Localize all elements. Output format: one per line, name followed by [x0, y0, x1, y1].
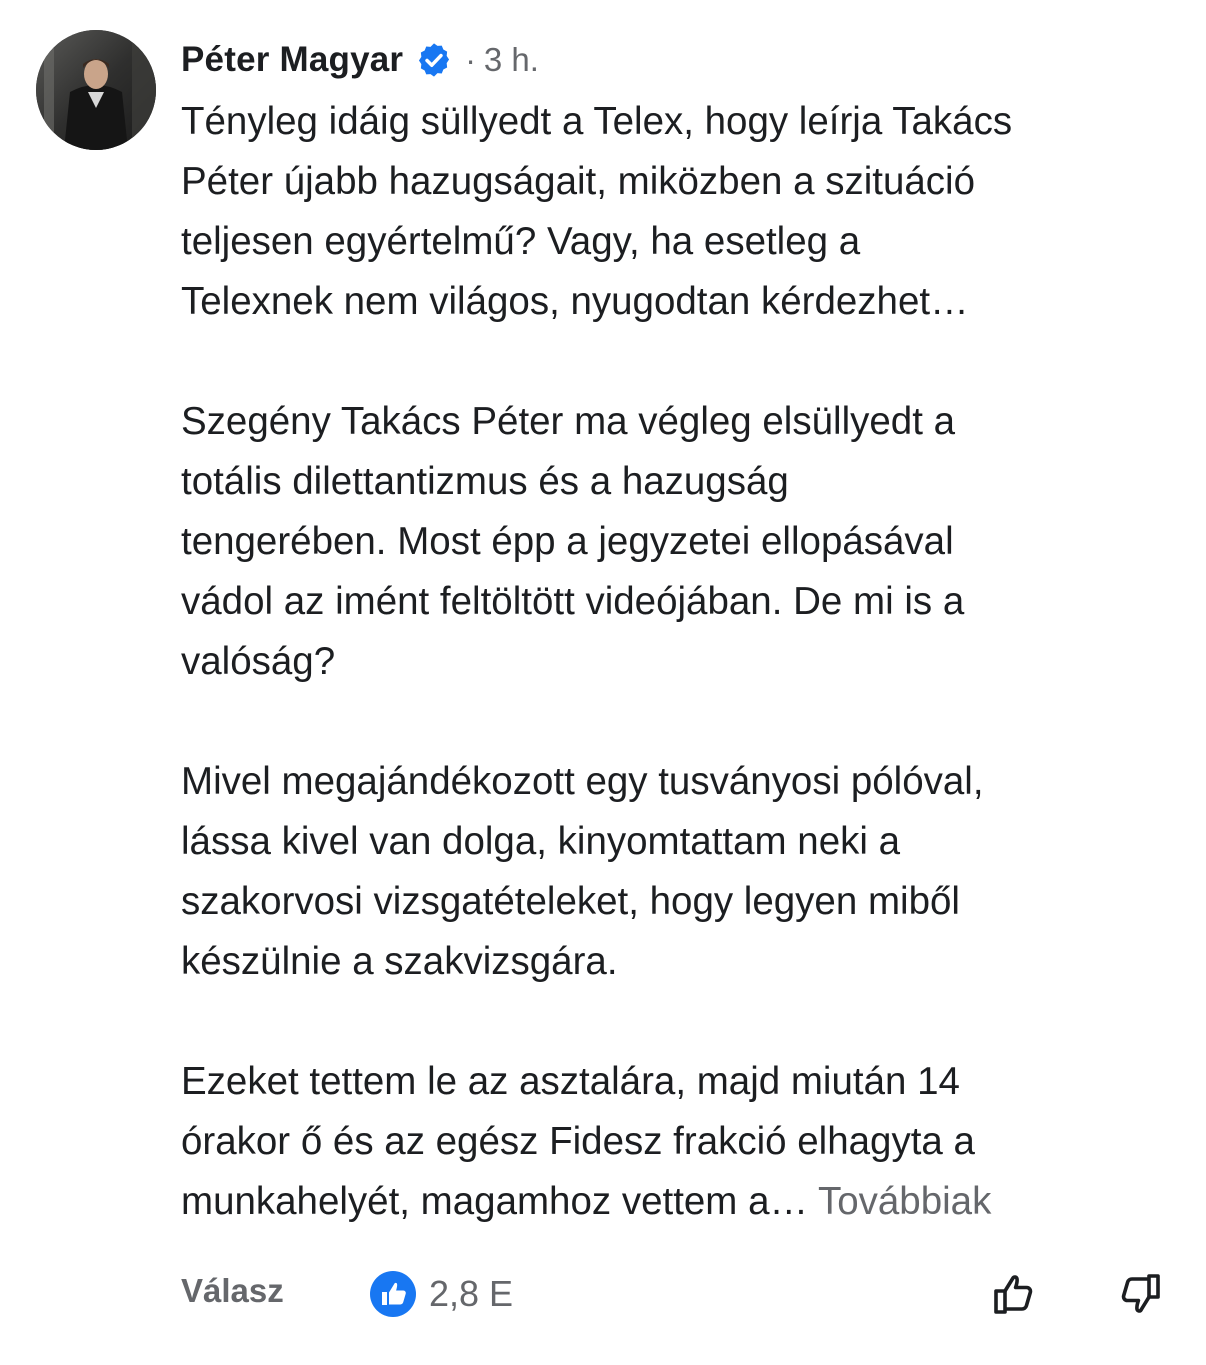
- thumbs-down-outline-icon: [1121, 1274, 1160, 1313]
- reaction-count: 2,8 E: [429, 1273, 514, 1314]
- comment-actions: Válasz 2,8 E: [181, 1262, 1171, 1328]
- thumbs-up-outline-icon: [994, 1275, 1033, 1314]
- author-name[interactable]: Péter Magyar: [181, 40, 403, 80]
- time-separator: ·: [465, 41, 476, 78]
- dislike-button[interactable]: [1111, 1266, 1167, 1322]
- like-reaction-icon: [369, 1270, 417, 1318]
- comment-paragraph: Szegény Takács Péter ma végleg elsüllyed…: [181, 400, 965, 683]
- avatar-photo: [36, 30, 156, 150]
- see-more-link[interactable]: Továbbiak: [818, 1180, 991, 1223]
- verified-badge-icon: [415, 41, 453, 79]
- comment-paragraph: Tényleg idáig süllyedt a Telex, hogy leí…: [181, 100, 1013, 323]
- reply-button[interactable]: Válasz: [181, 1272, 284, 1310]
- comment-header: Péter Magyar · 3 h.: [181, 34, 539, 86]
- comment-body: Tényleg idáig süllyedt a Telex, hogy leí…: [181, 92, 1181, 1232]
- comment-timestamp[interactable]: 3 h.: [484, 41, 539, 79]
- comment-paragraph: Mivel megajándékozott egy tusványosi pól…: [181, 760, 984, 983]
- author-avatar[interactable]: [36, 30, 156, 150]
- comment-paragraph-truncated: Ezeket tettem le az asztalára, majd miut…: [181, 1052, 1181, 1232]
- reaction-summary[interactable]: 2,8 E: [369, 1270, 513, 1318]
- like-button[interactable]: [987, 1266, 1043, 1322]
